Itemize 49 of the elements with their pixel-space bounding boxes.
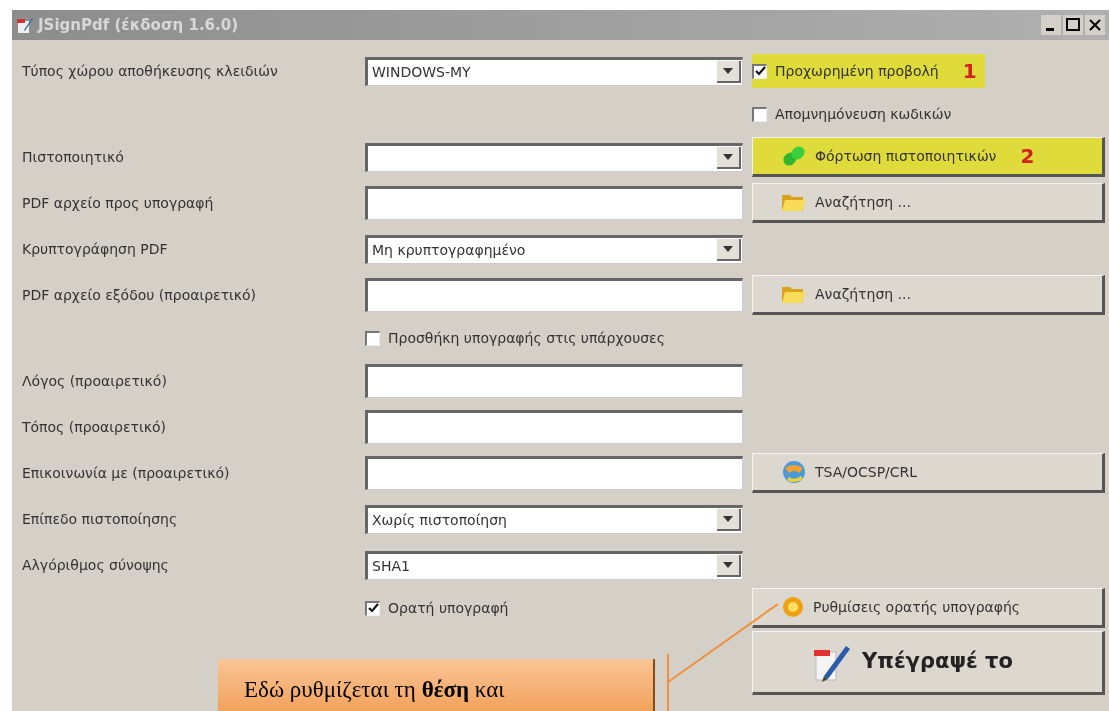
text-field[interactable] xyxy=(365,456,743,490)
checkbox-label: Προσθήκη υπογραφής στις υπάρχουσες xyxy=(388,328,665,348)
checkbox[interactable] xyxy=(365,600,380,616)
dropdown[interactable] xyxy=(365,142,743,172)
field-label: PDF αρχείο εξόδου (προαιρετικό) xyxy=(22,287,257,303)
field-label: Επίπεδο πιστοποίησης xyxy=(22,511,178,527)
maximize-icon[interactable] xyxy=(1063,15,1083,35)
field-label: Κρυπτογράφηση PDF xyxy=(22,241,168,257)
step-number: 1 xyxy=(962,58,977,85)
checkbox-label: Ορατή υπογραφή xyxy=(388,598,509,618)
field-label: Επικοινωνία με (προαιρετικό) xyxy=(22,465,230,481)
toolbar-button[interactable]: TSA/OCSP/CRL xyxy=(752,453,1105,493)
dropdown[interactable]: Χωρίς πιστοποίηση xyxy=(365,504,743,534)
text-field[interactable] xyxy=(365,278,743,312)
callout-text: Εδώ ρυθμίζεται τη θέση και xyxy=(244,677,505,702)
checkbox[interactable] xyxy=(365,330,380,346)
toolbar-button[interactable]: Φόρτωση πιστοποιητικών 2 xyxy=(752,137,1105,177)
dropdown-value: Χωρίς πιστοποίηση xyxy=(371,510,507,530)
field-label: Πιστοποιητικό xyxy=(22,149,124,165)
close-icon[interactable] xyxy=(1085,15,1105,35)
toolbar-button[interactable]: Αναζήτηση ... xyxy=(752,183,1105,223)
dropdown-value: WINDOWS-MY xyxy=(371,62,471,82)
chain-link-icon xyxy=(781,144,807,168)
ring-icon xyxy=(781,595,805,619)
minimize-icon[interactable] xyxy=(1041,15,1061,35)
text-field[interactable] xyxy=(365,186,743,220)
field-label: Τύπος χώρου αποθήκευσης κλειδιών xyxy=(22,63,278,79)
checkbox-label: Προχωρημένη προβολή xyxy=(775,61,939,81)
globe-icon xyxy=(781,459,807,485)
dropdown[interactable]: WINDOWS-MY xyxy=(365,56,743,86)
checkbox-label: Απομνημόνευση κωδικών xyxy=(775,104,952,124)
dropdown-value: Μη κρυπτογραφημένο xyxy=(371,240,526,260)
toolbar-button[interactable]: Αναζήτηση ... xyxy=(752,275,1105,315)
sign-button[interactable]: Υπέγραψέ το xyxy=(752,631,1105,695)
app-icon xyxy=(16,16,34,34)
text-field[interactable] xyxy=(365,364,743,398)
field-label: PDF αρχείο προς υπογραφή xyxy=(22,195,214,211)
text-field[interactable] xyxy=(365,410,743,444)
dropdown[interactable]: Μη κρυπτογραφημένο xyxy=(365,234,743,264)
toolbar-button[interactable]: Ρυθμίσεις ορατής υπογραφής xyxy=(752,588,1105,628)
window-title: JSignPdf (έκδοση 1.6.0) xyxy=(38,14,239,36)
field-label: Αλγόριθμος σύνοψης xyxy=(22,557,169,573)
field-label: Λόγος (προαιρετικό) xyxy=(22,373,167,389)
dropdown[interactable]: SHA1 xyxy=(365,550,743,580)
dropdown-value: SHA1 xyxy=(371,556,410,576)
step-number: 2 xyxy=(1020,143,1035,170)
checkbox[interactable] xyxy=(752,106,767,122)
checkbox[interactable] xyxy=(752,63,767,79)
field-label: Τόπος (προαιρετικό) xyxy=(22,419,166,435)
